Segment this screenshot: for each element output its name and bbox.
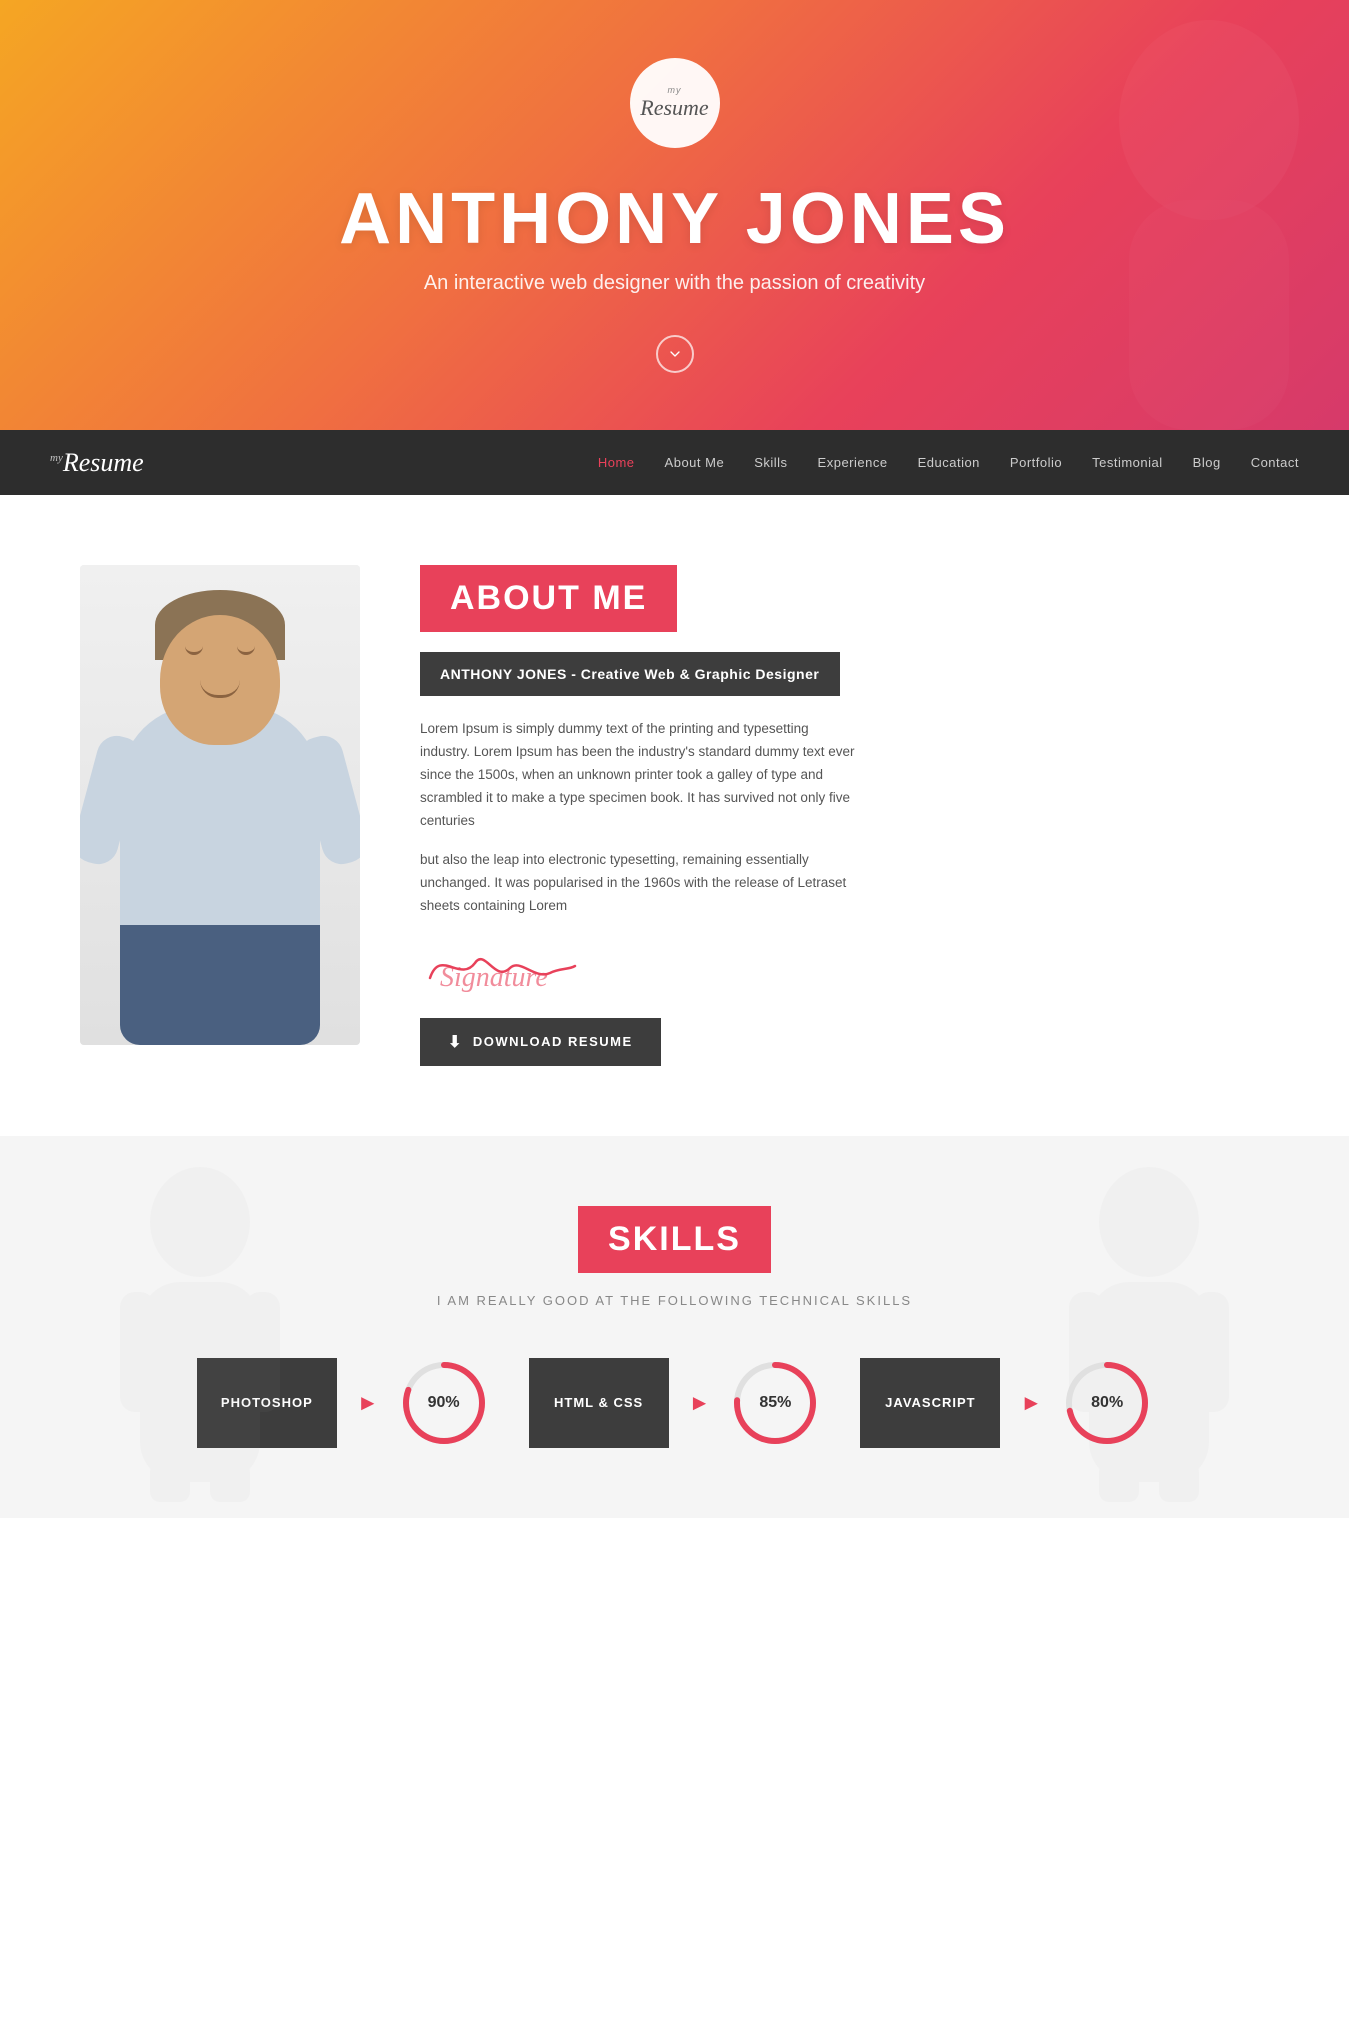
nav-link-experience[interactable]: Experience <box>818 455 888 470</box>
skill-name-javascript: JAVASCRIPT <box>860 1358 1000 1448</box>
signature: Signature <box>420 938 1269 993</box>
nav-item-contact[interactable]: Contact <box>1251 454 1299 472</box>
nav-item-skills[interactable]: Skills <box>754 454 787 472</box>
nav-item-education[interactable]: Education <box>918 454 980 472</box>
skills-title: SKILLS <box>578 1206 771 1273</box>
skills-section: SKILLS I AM REALLY GOOD AT THE FOLLOWING… <box>0 1136 1349 1518</box>
skill-name-html: HTML & CSS <box>529 1358 669 1448</box>
nav-item-about[interactable]: About Me <box>665 454 725 472</box>
nav-link-portfolio[interactable]: Portfolio <box>1010 455 1062 470</box>
nav-link-testimonial[interactable]: Testimonial <box>1092 455 1163 470</box>
skill-percent-photoshop: 90% <box>428 1394 460 1412</box>
hero-logo-small: my <box>668 85 682 95</box>
skill-arrow-javascript: ► <box>1020 1390 1042 1416</box>
skill-circle-photoshop: 90% <box>399 1358 489 1448</box>
about-content: ABOUT ME ANTHONY JONES - Creative Web & … <box>420 565 1269 1066</box>
about-name-bar: ANTHONY JONES - Creative Web & Graphic D… <box>420 652 840 696</box>
nav-item-portfolio[interactable]: Portfolio <box>1010 454 1062 472</box>
download-label: DOWNLOAD RESUME <box>473 1034 633 1049</box>
person-jeans <box>120 925 320 1045</box>
about-photo <box>80 565 360 1045</box>
about-section: ABOUT ME ANTHONY JONES - Creative Web & … <box>0 495 1349 1136</box>
hero-bg-silhouette <box>1009 0 1329 430</box>
nav-link-about[interactable]: About Me <box>665 455 725 470</box>
brand-prefix: my <box>50 452 63 464</box>
skill-percent-html: 85% <box>759 1394 791 1412</box>
skill-item-javascript: JAVASCRIPT ► 80% <box>860 1358 1152 1448</box>
nav-link-home[interactable]: Home <box>598 455 635 470</box>
nav-item-home[interactable]: Home <box>598 454 635 472</box>
svg-text:Signature: Signature <box>440 962 548 993</box>
nav-link-contact[interactable]: Contact <box>1251 455 1299 470</box>
nav-item-testimonial[interactable]: Testimonial <box>1092 454 1163 472</box>
navbar-brand: myResume <box>50 448 144 478</box>
skill-arrow-html: ► <box>689 1390 711 1416</box>
skill-circle-javascript: 80% <box>1062 1358 1152 1448</box>
nav-link-blog[interactable]: Blog <box>1193 455 1221 470</box>
nav-link-skills[interactable]: Skills <box>754 455 787 470</box>
hero-subtitle: An interactive web designer with the pas… <box>424 272 925 295</box>
download-icon: ⬇ <box>448 1032 463 1052</box>
brand-text: Resume <box>63 448 144 477</box>
nav-link-education[interactable]: Education <box>918 455 980 470</box>
skill-circle-html: 85% <box>730 1358 820 1448</box>
nav-item-blog[interactable]: Blog <box>1193 454 1221 472</box>
skill-percent-javascript: 80% <box>1091 1394 1123 1412</box>
hero-section: my Resume ANTHONY JONES An interactive w… <box>0 0 1349 430</box>
skill-item-html: HTML & CSS ► 85% <box>529 1358 821 1448</box>
navbar: myResume Home About Me Skills Experience… <box>0 430 1349 495</box>
about-text-1: Lorem Ipsum is simply dummy text of the … <box>420 718 860 833</box>
skill-arrow-photoshop: ► <box>357 1390 379 1416</box>
hero-logo: my Resume <box>630 58 720 148</box>
hero-logo-text: Resume <box>640 95 708 121</box>
nav-item-experience[interactable]: Experience <box>818 454 888 472</box>
hero-scroll-button[interactable] <box>656 335 694 373</box>
about-title: ABOUT ME <box>420 565 677 632</box>
download-resume-button[interactable]: ⬇ DOWNLOAD RESUME <box>420 1018 661 1066</box>
nav-menu: Home About Me Skills Experience Educatio… <box>598 454 1299 472</box>
person-figure <box>80 565 360 1045</box>
about-text-2: but also the leap into electronic typese… <box>420 849 860 918</box>
person-head <box>160 615 280 745</box>
hero-name: ANTHONY JONES <box>339 178 1010 260</box>
